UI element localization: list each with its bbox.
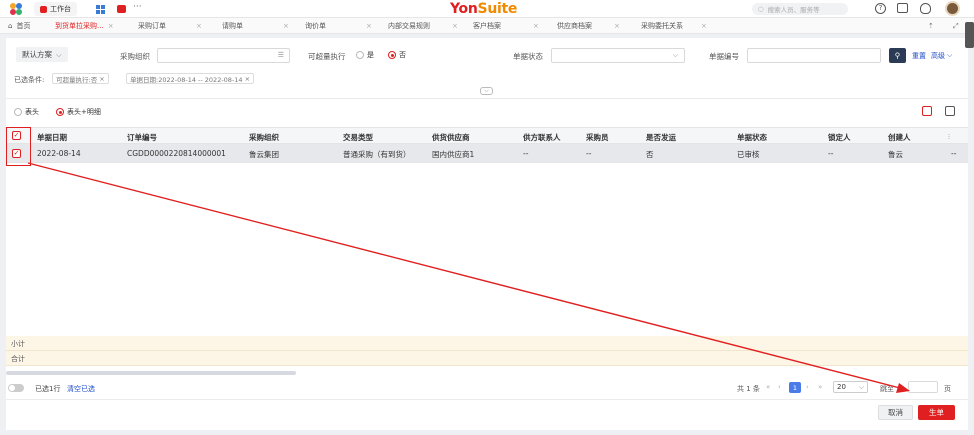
annotation-arrow bbox=[27, 162, 910, 393]
side-panel-tab[interactable] bbox=[965, 22, 974, 48]
